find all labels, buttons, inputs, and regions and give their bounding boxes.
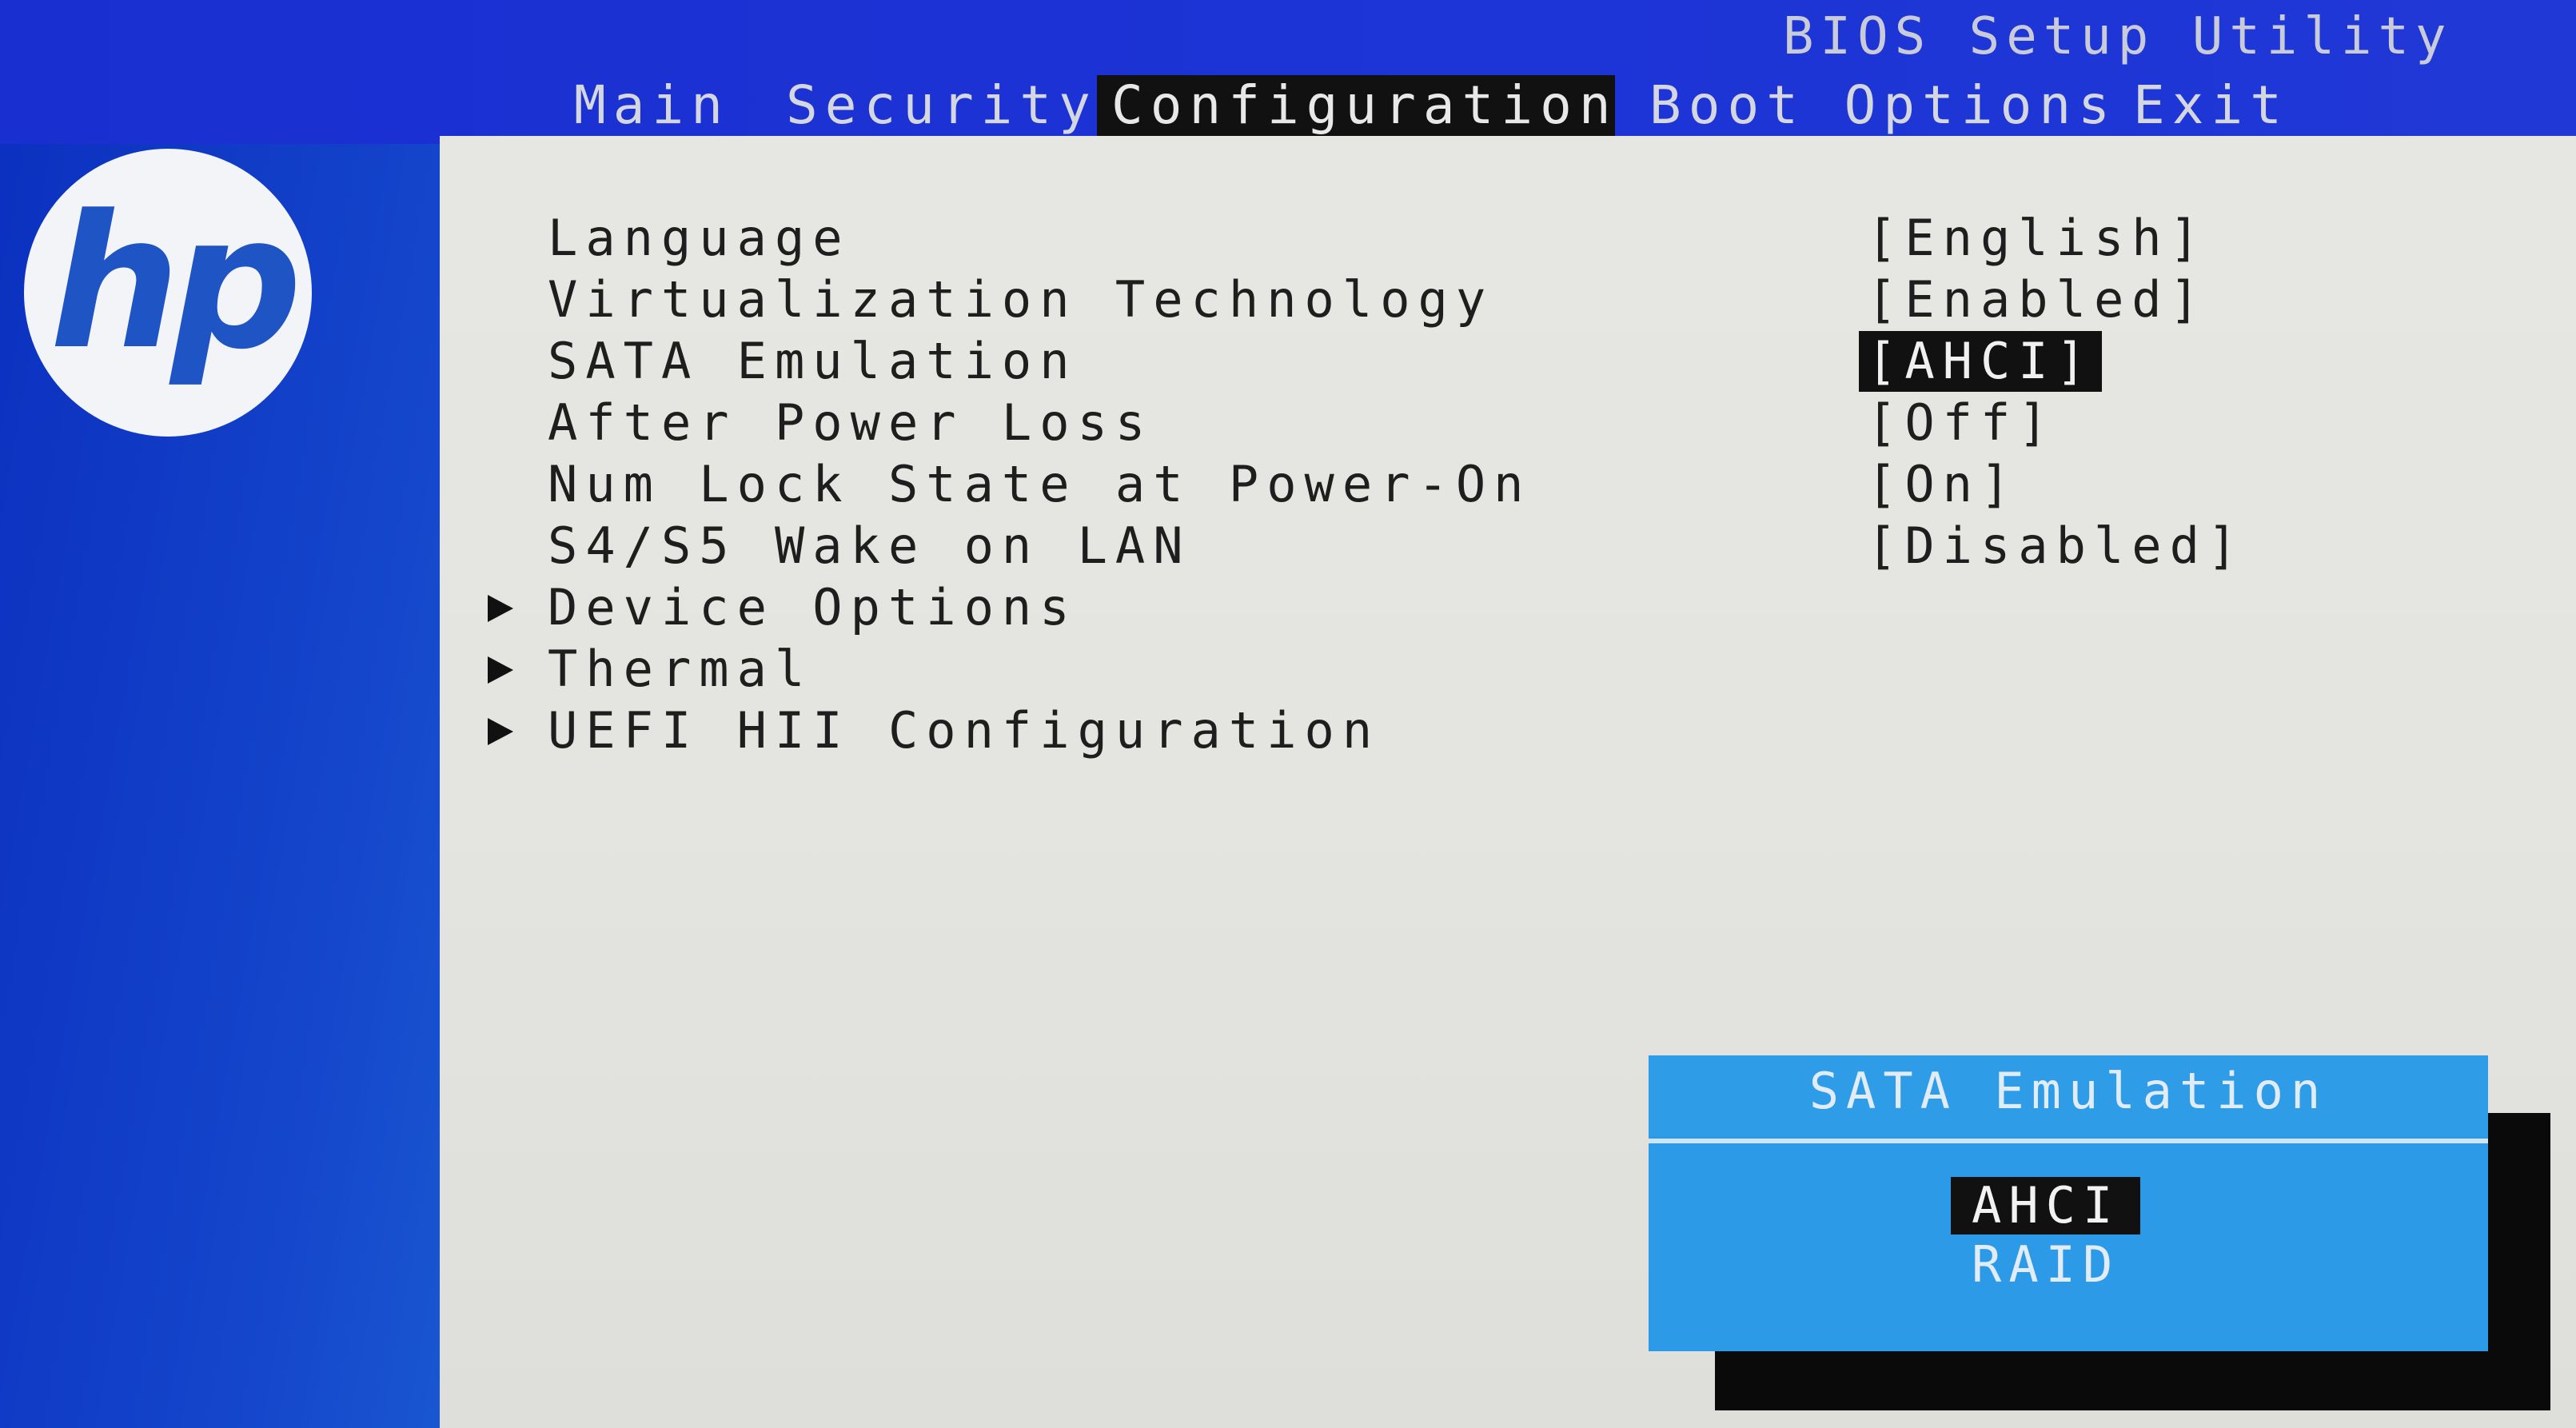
svg-text:hp: hp [50,177,296,390]
hp-logo: hp [24,142,320,446]
setting-label: S4/S5 Wake on LAN [548,517,1191,575]
setting-value-selected[interactable]: [AHCI] [1859,331,2102,392]
utility-title: BIOS Setup Utility [1783,7,2453,66]
setting-label: SATA Emulation [548,332,1078,390]
setting-virtualization-technology[interactable]: Virtualization Technology [Enabled] [440,269,2576,330]
setting-value[interactable]: [English] [1859,208,2215,269]
setting-language[interactable]: Language [English] [440,208,2576,269]
tab-main[interactable]: Main [560,75,744,136]
popup-divider [1649,1139,2488,1143]
setting-label: Num Lock State at Power-On [548,455,1532,513]
submenu-uefi-hii-configuration[interactable]: UEFI HII Configuration [440,700,2576,761]
tab-exit[interactable]: Exit [2119,75,2303,136]
setting-sata-emulation[interactable]: SATA Emulation [AHCI] [440,331,2576,392]
setting-value[interactable]: [Disabled] [1859,516,2253,576]
popup-option-raid[interactable]: RAID [1951,1236,2140,1294]
popup-title: SATA Emulation [1808,1062,2328,1120]
submenu-device-options[interactable]: Device Options [440,577,2576,638]
submenu-label: UEFI HII Configuration [548,701,1381,760]
submenu-arrow-icon [488,595,513,622]
setting-label: Virtualization Technology [548,270,1494,329]
setting-label: After Power Loss [548,393,1154,452]
setting-value[interactable]: [On] [1859,454,2026,515]
setting-num-lock-state[interactable]: Num Lock State at Power-On [On] [440,454,2576,515]
submenu-arrow-icon [488,656,513,684]
submenu-thermal[interactable]: Thermal [440,639,2576,700]
submenu-label: Thermal [548,640,813,698]
submenu-arrow-icon [488,718,513,745]
sata-emulation-popup: SATA Emulation AHCI RAID [1649,1055,2488,1351]
setting-value[interactable]: [Off] [1859,393,2064,453]
submenu-label: Device Options [548,578,1078,636]
popup-option-ahci[interactable]: AHCI [1951,1177,2141,1235]
setting-s4-s5-wake-on-lan[interactable]: S4/S5 Wake on LAN [Disabled] [440,516,2576,576]
setting-value[interactable]: [Enabled] [1859,269,2215,330]
setting-after-power-loss[interactable]: After Power Loss [Off] [440,393,2576,453]
tab-security[interactable]: Security [772,75,1112,136]
tab-configuration[interactable]: Configuration [1097,75,1615,136]
setting-label: Language [548,209,851,267]
popup-header: SATA Emulation [1649,1055,2488,1135]
tab-boot-options[interactable]: Boot Options [1635,75,2131,136]
